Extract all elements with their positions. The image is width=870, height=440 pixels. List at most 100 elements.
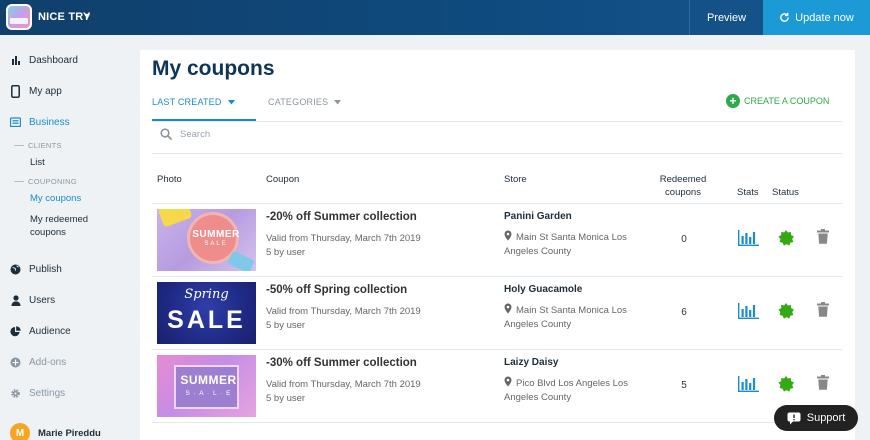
- avatar: M: [10, 423, 30, 440]
- map-pin-icon: [504, 376, 512, 387]
- coupon-validity: Valid from Thursday, March 7th 2019: [266, 379, 421, 390]
- sidebar-item-my-app[interactable]: My app: [10, 82, 62, 100]
- create-coupon-button[interactable]: + CREATE A COUPON: [726, 94, 829, 108]
- redeemed-label-line1: My redeemed: [30, 214, 89, 225]
- status-active-icon[interactable]: [778, 376, 794, 397]
- search-bar[interactable]: [160, 128, 480, 140]
- phone-icon: [10, 84, 21, 98]
- thumb-text: SUMMER: [192, 229, 240, 240]
- update-now-button[interactable]: Update now: [763, 0, 870, 35]
- app-icon[interactable]: [6, 4, 32, 30]
- sidebar-item-label: Audience: [29, 325, 71, 337]
- store-name: Panini Garden: [504, 211, 572, 222]
- coupon-photo[interactable]: SUMMER SALE: [157, 209, 256, 271]
- business-icon: [10, 117, 21, 128]
- chat-icon: [787, 412, 801, 424]
- store-name: Holy Guacamole: [504, 284, 583, 295]
- plus-circle-icon: +: [726, 94, 740, 108]
- coupon-title[interactable]: -20% off Summer collection: [266, 211, 417, 223]
- thumb-text: Spring: [184, 287, 229, 302]
- store-address: Main St Santa Monica Los Angeles County: [504, 230, 639, 259]
- coupon-title[interactable]: -50% off Spring collection: [266, 284, 407, 296]
- sidebar-item-business[interactable]: Business: [10, 113, 70, 131]
- column-header-photo: Photo: [157, 174, 182, 185]
- coupon-photo[interactable]: Spring SALE: [157, 282, 256, 344]
- address-text: Main St Santa Monica Los Angeles County: [504, 232, 627, 257]
- top-bar: NICE TRY ▾ Preview Update now: [0, 0, 870, 35]
- caret-down-icon: [334, 99, 342, 104]
- sidebar-item-publish[interactable]: Publish: [10, 260, 62, 278]
- sale-board: [174, 365, 239, 409]
- page-title: My coupons: [152, 57, 275, 80]
- coupon-limit: 5 by user: [266, 393, 306, 404]
- sidebar-item-addons[interactable]: Add-ons: [10, 353, 66, 371]
- sidebar-item-label: My app: [29, 85, 62, 97]
- column-header-redeemed: Redeemed coupons: [658, 173, 708, 199]
- support-chat-button[interactable]: Support: [774, 405, 858, 431]
- plus-circle-icon: [10, 357, 21, 368]
- tab-categories[interactable]: CATEGORIES: [268, 97, 342, 107]
- decoration: [157, 209, 193, 228]
- user-profile[interactable]: M Marie Pireddu: [10, 423, 101, 440]
- decoration: [227, 250, 255, 271]
- user-name: Marie Pireddu: [38, 427, 101, 439]
- app-name[interactable]: NICE TRY: [38, 11, 91, 23]
- header-line: Redeemed: [659, 174, 707, 185]
- redeemed-count: 6: [681, 307, 687, 318]
- table-row[interactable]: SUMMER S · A · L · E -30% off Summer col…: [152, 350, 842, 423]
- coupon-validity: Valid from Thursday, March 7th 2019: [266, 233, 421, 244]
- redeemed-label-line2: coupons: [30, 227, 66, 238]
- sidebar-item-label: Add-ons: [29, 356, 67, 368]
- sidebar-subitem-my-coupons[interactable]: My coupons: [30, 192, 81, 205]
- sidebar-subitem-my-redeemed-coupons[interactable]: My redeemed coupons: [30, 213, 88, 239]
- content-panel: My coupons LAST CREATED CATEGORIES + CRE…: [140, 50, 855, 440]
- preview-button[interactable]: Preview: [689, 0, 763, 35]
- stats-icon[interactable]: [738, 376, 759, 397]
- refresh-icon: [780, 12, 789, 22]
- coupon-limit: 5 by user: [266, 247, 306, 258]
- sidebar-item-label: Settings: [29, 387, 66, 399]
- pie-chart-icon: [10, 325, 21, 337]
- sidebar-item-label: Dashboard: [29, 54, 78, 66]
- status-active-icon[interactable]: [778, 230, 794, 251]
- couponing-section-header: COUPONING: [14, 177, 77, 186]
- stats-icon[interactable]: [738, 230, 759, 251]
- globe-icon: [10, 264, 21, 275]
- create-coupon-label: CREATE A COUPON: [744, 96, 830, 106]
- search-input[interactable]: [180, 128, 480, 140]
- header-line: coupons: [665, 187, 701, 198]
- status-active-icon[interactable]: [778, 303, 794, 324]
- sidebar-item-audience[interactable]: Audience: [10, 322, 71, 340]
- gear-icon: [10, 388, 21, 399]
- redeemed-count: 0: [681, 234, 687, 245]
- thumb-subtext: SALE: [204, 241, 228, 247]
- trash-icon[interactable]: [817, 302, 829, 322]
- coupon-photo[interactable]: SUMMER S · A · L · E: [157, 355, 256, 417]
- sidebar-item-label: Publish: [29, 263, 62, 275]
- sidebar-item-label: Users: [29, 294, 56, 306]
- trash-icon[interactable]: [817, 229, 829, 249]
- tab-last-created[interactable]: LAST CREATED: [152, 97, 235, 107]
- stats-icon[interactable]: [738, 303, 759, 324]
- trash-icon[interactable]: [817, 375, 829, 395]
- coupon-limit: 5 by user: [266, 320, 306, 331]
- sidebar-item-users[interactable]: Users: [10, 291, 55, 309]
- clients-section-header: CLIENTS: [14, 141, 62, 150]
- table-row[interactable]: Spring SALE -50% off Spring collection V…: [152, 277, 842, 350]
- sidebar-subitem-list[interactable]: List: [30, 156, 45, 169]
- table-row[interactable]: SUMMER SALE -20% off Summer collection V…: [152, 204, 842, 277]
- sidebar-item-label: Business: [29, 116, 70, 128]
- preview-label: Preview: [706, 11, 747, 24]
- sidebar-item-settings[interactable]: Settings: [10, 384, 65, 402]
- divider: [152, 121, 842, 122]
- coupon-validity: Valid from Thursday, March 7th 2019: [266, 306, 421, 317]
- sidebar-item-dashboard[interactable]: Dashboard: [10, 51, 78, 69]
- column-header-stats: Stats: [737, 187, 759, 198]
- column-header-status: Status: [772, 187, 799, 198]
- chevron-down-icon[interactable]: ▾: [85, 11, 90, 22]
- update-now-label: Update now: [795, 11, 854, 24]
- store-address: Main St Santa Monica Los Angeles County: [504, 303, 639, 332]
- thumb-subtext: SALE: [167, 306, 246, 334]
- divider: [152, 153, 842, 154]
- coupon-title[interactable]: -30% off Summer collection: [266, 357, 417, 369]
